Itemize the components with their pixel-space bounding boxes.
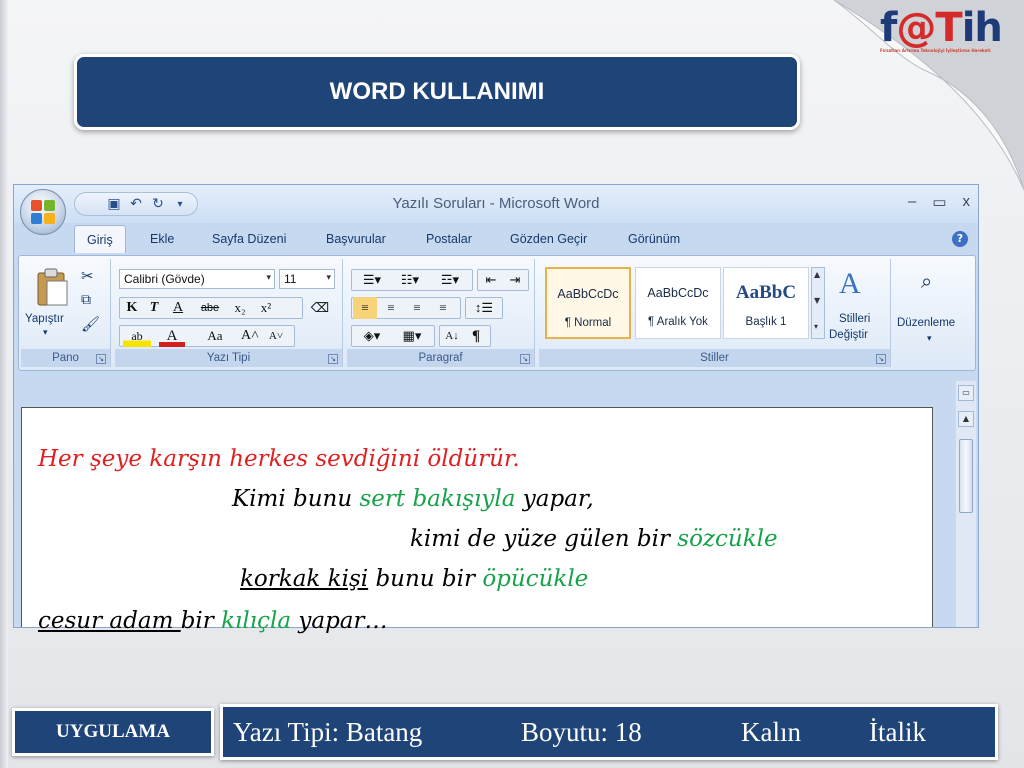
- group-pano: Yapıştır ▾ ✂ ⧉ 🖌 Pano ↘: [21, 259, 111, 367]
- minimize-button[interactable]: –: [908, 193, 916, 211]
- style-normal[interactable]: AaBbCcDc ¶ Normal: [545, 267, 631, 339]
- bullets-button[interactable]: ☰▾: [355, 269, 389, 291]
- line-spacing-button[interactable]: ↕☰: [467, 297, 501, 319]
- clear-formatting-icon[interactable]: ⌫: [307, 297, 333, 319]
- group-yazi-tipi: Calibri (Gövde) ▾ 11 ▾ K T A abe x₂ x² ⌫ a…: [115, 259, 343, 367]
- document-page[interactable]: [21, 407, 933, 627]
- vertical-scrollbar[interactable]: ▭ ▲: [956, 381, 976, 627]
- help-icon[interactable]: ?: [952, 231, 968, 247]
- group-label-yazi-tipi: Yazı Tipi: [115, 349, 342, 367]
- office-button[interactable]: [20, 189, 66, 235]
- align-left-button[interactable]: ≡: [353, 297, 377, 319]
- bold-button[interactable]: K: [123, 297, 141, 319]
- scroll-up-icon[interactable]: ▲: [958, 411, 974, 427]
- shrink-font-button[interactable]: A˅: [265, 325, 287, 347]
- borders-button[interactable]: ▦▾: [393, 325, 431, 347]
- binoculars-icon[interactable]: ⌕: [921, 271, 932, 294]
- change-styles-icon[interactable]: A: [839, 267, 861, 301]
- align-right-button[interactable]: ≡: [405, 297, 429, 319]
- group-paragraf: ☰▾ ☷▾ ☲▾ ⇤ ⇥ ≡ ≡ ≡ ≡ ↕☰ ◈▾ ▦▾ A↓ ¶ Parag…: [347, 259, 535, 367]
- poem-line-3: kimi de yüze gülen bir sözcükle: [410, 526, 778, 552]
- ribbon: Yapıştır ▾ ✂ ⧉ 🖌 Pano ↘ Calibri (Gövde) ▾…: [18, 255, 976, 371]
- ribbon-tabs: Giriş Ekle Sayfa Düzeni Başvurular Posta…: [14, 223, 978, 255]
- tab-gorunum[interactable]: Görünüm: [616, 229, 692, 249]
- font-launcher-icon[interactable]: ↘: [328, 354, 338, 364]
- uygulama-label: UYGULAMA: [12, 708, 214, 756]
- justify-button[interactable]: ≡: [431, 297, 455, 319]
- change-styles-label-1[interactable]: Stilleri: [839, 313, 870, 325]
- tab-sayfa-duzeni[interactable]: Sayfa Düzeni: [200, 229, 298, 249]
- paragraph-launcher-icon[interactable]: ↘: [520, 354, 530, 364]
- poem-line-2: Kimi bunu sert bakışıyla yapar,: [232, 486, 594, 512]
- paste-dropdown-icon[interactable]: ▾: [43, 327, 48, 338]
- sort-button[interactable]: A↓: [441, 325, 463, 347]
- font-name-combo[interactable]: Calibri (Gövde) ▾: [119, 269, 275, 289]
- tab-giris[interactable]: Giriş: [74, 225, 126, 253]
- ruler-toggle-icon[interactable]: ▭: [958, 385, 974, 401]
- paste-icon[interactable]: [35, 267, 69, 307]
- poem-line-4: korkak kişi bunu bir öpücükle: [240, 566, 589, 592]
- italic-button[interactable]: T: [145, 297, 163, 319]
- group-label-stiller: Stiller: [539, 349, 890, 367]
- tab-gozden-gecir[interactable]: Gözden Geçir: [498, 229, 599, 249]
- align-center-button[interactable]: ≡: [379, 297, 403, 319]
- slide-left-edge: [0, 0, 8, 768]
- superscript-button[interactable]: x²: [255, 297, 277, 319]
- multilevel-list-button[interactable]: ☲▾: [431, 269, 469, 291]
- cut-icon[interactable]: ✂: [81, 267, 94, 285]
- editing-button-label[interactable]: Düzenleme: [897, 317, 955, 329]
- change-styles-label-2[interactable]: Değiştir: [829, 329, 868, 341]
- window-title: Yazılı Soruları - Microsoft Word: [392, 195, 600, 212]
- slide-title-banner: WORD KULLANIMI: [74, 54, 800, 130]
- highlight-color-button[interactable]: ab: [123, 325, 151, 347]
- office-logo-icon: [31, 200, 55, 224]
- close-button[interactable]: x: [963, 193, 971, 211]
- tab-postalar[interactable]: Postalar: [414, 229, 484, 249]
- italic-info: İtalik: [869, 717, 926, 747]
- change-case-button[interactable]: Aa: [201, 325, 229, 347]
- font-color-button[interactable]: A: [159, 325, 185, 347]
- tab-basvurular[interactable]: Başvurular: [314, 229, 398, 249]
- paste-button-label[interactable]: Yapıştır: [25, 313, 64, 325]
- strikethrough-button[interactable]: abe: [197, 297, 223, 319]
- editing-dropdown-icon[interactable]: ▾: [927, 333, 932, 344]
- numbering-button[interactable]: ☷▾: [393, 269, 427, 291]
- style-baslik-1[interactable]: AaBbC Başlık 1: [723, 267, 809, 339]
- styles-gallery-scroll[interactable]: ▲ ▼ ▾: [811, 267, 825, 339]
- style-aralik-yok[interactable]: AaBbCcDc ¶ Aralık Yok: [635, 267, 721, 339]
- scroll-thumb[interactable]: [959, 439, 973, 513]
- decrease-indent-button[interactable]: ⇤: [481, 269, 501, 291]
- pano-launcher-icon[interactable]: ↘: [96, 354, 106, 364]
- font-info: Yazı Tipi: Batang: [233, 717, 423, 747]
- group-duzenleme: ⌕ Düzenleme ▾: [895, 259, 973, 367]
- fatih-logo: f @ Tih Fırsatları Artırma Teknolojiyi İyi…: [880, 5, 1003, 53]
- poem-line-1: Her şeye karşın herkes sevdiğini öldürür…: [38, 446, 520, 472]
- size-info: Boyutu: 18: [521, 717, 642, 747]
- bold-info: Kalın: [741, 717, 801, 747]
- font-size-combo[interactable]: 11 ▾: [279, 269, 335, 289]
- show-formatting-button[interactable]: ¶: [465, 325, 487, 347]
- subscript-button[interactable]: x₂: [229, 297, 251, 319]
- format-painter-icon[interactable]: 🖌: [81, 315, 100, 333]
- copy-icon[interactable]: ⧉: [81, 291, 91, 308]
- tab-ekle[interactable]: Ekle: [138, 229, 186, 249]
- increase-indent-button[interactable]: ⇥: [505, 269, 525, 291]
- shading-button[interactable]: ◈▾: [353, 325, 391, 347]
- group-stiller: AaBbCcDc ¶ Normal AaBbCcDc ¶ Aralık Yok …: [539, 259, 891, 367]
- slide-title: WORD KULLANIMI: [329, 78, 545, 105]
- word-window: ▣ ↶ ↻ ▾ Yazılı Soruları - Microsoft Word…: [13, 184, 979, 628]
- grow-font-button[interactable]: A˄: [239, 325, 261, 347]
- styles-launcher-icon[interactable]: ↘: [876, 354, 886, 364]
- underline-button[interactable]: A: [169, 297, 187, 319]
- maximize-button[interactable]: ▭: [932, 193, 946, 211]
- group-label-paragraf: Paragraf: [347, 349, 534, 367]
- format-info-bar: Yazı Tipi: Batang Boyutu: 18 Kalın İtali…: [220, 704, 998, 760]
- window-controls: – ▭ x: [908, 193, 970, 211]
- poem-line-5: cesur adam bir kılıçla yapar…: [38, 608, 388, 634]
